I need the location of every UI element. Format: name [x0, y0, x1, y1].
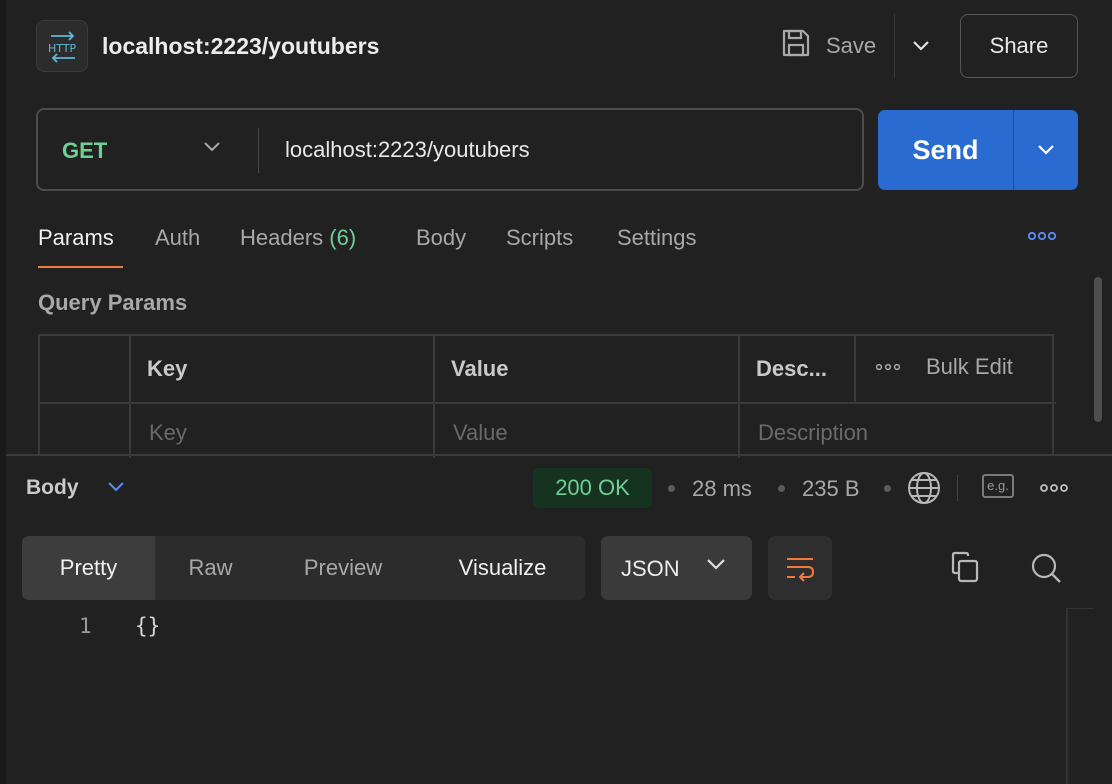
column-divider [738, 336, 740, 458]
wrap-lines-button[interactable] [768, 536, 832, 600]
pane-resize-handle[interactable] [6, 454, 1112, 456]
bulk-edit-label: Bulk Edit [926, 354, 1013, 379]
tab-params[interactable]: Params [38, 225, 114, 251]
line-number: 1 [79, 614, 92, 638]
toolbar-divider [957, 475, 958, 501]
url-input[interactable]: localhost:2223/youtubers [285, 137, 530, 163]
view-tab-visualize[interactable]: Visualize [420, 536, 585, 600]
value-input[interactable]: Value [453, 420, 508, 446]
response-body-code[interactable]: {} [135, 614, 160, 638]
share-button[interactable]: Share [960, 14, 1078, 78]
row-divider [40, 402, 1056, 404]
svg-text:HTTP: HTTP [48, 42, 77, 55]
view-tab-preview[interactable]: Preview [266, 536, 420, 600]
response-view-tabs: Pretty Raw Preview Visualize [22, 536, 585, 600]
column-header-value: Value [451, 356, 509, 381]
copy-icon[interactable] [948, 550, 982, 586]
status-badge[interactable]: 200 OK [533, 468, 652, 508]
chevron-down-icon [707, 559, 725, 570]
response-size[interactable]: 235 B [802, 476, 860, 502]
chevron-down-icon [1038, 145, 1054, 155]
response-section-select[interactable]: Body [26, 476, 79, 500]
tab-headers[interactable]: Headers (6) [240, 225, 356, 251]
search-icon[interactable] [1029, 551, 1063, 585]
active-tab-indicator [38, 266, 123, 268]
column-divider [129, 336, 131, 458]
response-time[interactable]: 28 ms [692, 476, 752, 502]
method-select[interactable]: GET [62, 138, 107, 164]
chevron-down-icon[interactable] [202, 140, 222, 154]
save-label: Save [826, 33, 877, 58]
query-params-table: Key Value Desc... Bulk Edit Key Value De… [38, 334, 1056, 458]
chevron-down-icon [913, 41, 929, 51]
save-icon [780, 27, 812, 65]
more-options-icon[interactable] [876, 362, 900, 372]
request-title[interactable]: localhost:2223/youtubers [102, 33, 379, 60]
save-example-icon[interactable]: e.g. [982, 474, 1014, 498]
tab-settings[interactable]: Settings [617, 225, 697, 251]
send-button-group: Send [878, 110, 1078, 190]
http-icon: HTTP [36, 20, 88, 72]
send-options-button[interactable] [1014, 110, 1078, 190]
wrap-lines-icon [787, 558, 815, 582]
key-input[interactable]: Key [149, 420, 187, 446]
tab-body[interactable]: Body [416, 225, 466, 251]
more-options-icon[interactable] [1040, 482, 1070, 494]
view-tab-raw[interactable]: Raw [155, 536, 266, 600]
url-divider [258, 128, 259, 173]
chevron-down-icon[interactable] [106, 480, 126, 494]
send-button[interactable]: Send [878, 110, 1013, 190]
description-input[interactable]: Description [758, 420, 868, 446]
format-label: JSON [621, 556, 680, 581]
column-divider [854, 336, 856, 402]
more-options-icon[interactable] [1028, 229, 1058, 243]
editor-scroll-track [1066, 608, 1094, 609]
save-button[interactable]: Save [780, 26, 876, 66]
column-header-key: Key [147, 356, 188, 381]
format-select[interactable]: JSON [601, 536, 752, 600]
tab-auth[interactable]: Auth [155, 225, 200, 251]
column-divider [433, 336, 435, 458]
separator-dot [884, 485, 891, 492]
scrollbar-thumb[interactable] [1094, 277, 1102, 422]
save-options-button[interactable] [906, 30, 936, 62]
separator-dot [668, 485, 675, 492]
column-header-description: Desc... [756, 356, 827, 381]
url-bar: GET localhost:2223/youtubers [36, 108, 864, 191]
query-params-title: Query Params [38, 290, 188, 315]
tab-headers-count: (6) [329, 225, 357, 250]
globe-icon[interactable] [906, 470, 942, 506]
view-tab-pretty[interactable]: Pretty [22, 536, 155, 600]
tab-headers-label: Headers [240, 225, 324, 250]
separator-dot [778, 485, 785, 492]
editor-scroll-track [1066, 608, 1068, 784]
window-edge [0, 0, 6, 784]
bulk-edit-button[interactable]: Bulk Edit [876, 354, 1013, 380]
save-divider [894, 14, 895, 78]
tab-scripts[interactable]: Scripts [506, 225, 573, 251]
